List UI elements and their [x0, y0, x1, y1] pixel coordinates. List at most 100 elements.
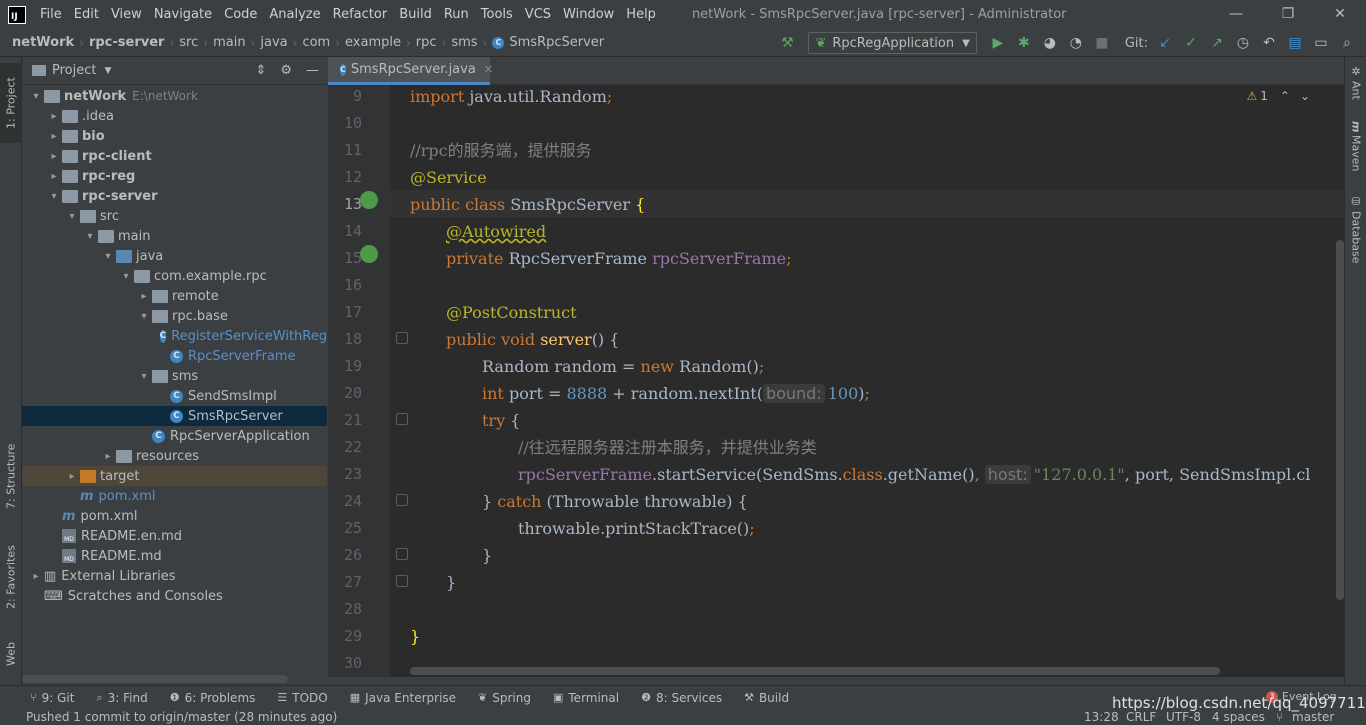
tree-node[interactable]: ▾ netWork E:\netWork [22, 86, 327, 106]
breadcrumb-item[interactable]: netWork [12, 35, 74, 50]
editor-horizontal-scrollbar[interactable] [410, 667, 1220, 675]
tree-node[interactable]: ▸ .idea [22, 106, 327, 126]
file-encoding[interactable]: UTF-8 [1166, 710, 1201, 724]
chevron-right-icon[interactable]: ▸ [46, 171, 62, 182]
indent-setting[interactable]: 4 spaces [1212, 710, 1265, 724]
tree-node[interactable]: C RpcServerFrame [22, 346, 327, 366]
chevron-down-icon[interactable]: ▾ [118, 271, 134, 282]
menu-item-vcs[interactable]: VCS [519, 7, 557, 22]
chevron-right-icon[interactable]: ▸ [136, 291, 152, 302]
hide-panel-icon[interactable]: — [306, 63, 319, 78]
menu-item-navigate[interactable]: Navigate [148, 7, 218, 22]
tree-node[interactable]: ▸ ▥ External Libraries [22, 566, 327, 586]
chevron-down-icon[interactable]: ▾ [136, 311, 152, 322]
chevron-down-icon[interactable]: ▾ [82, 231, 98, 242]
tree-node[interactable]: ▾ main [22, 226, 327, 246]
menu-item-refactor[interactable]: Refactor [327, 7, 394, 22]
caret-position[interactable]: 13:28 [1084, 710, 1119, 724]
breadcrumb-item[interactable]: com [302, 35, 330, 50]
menu-item-tools[interactable]: Tools [475, 7, 519, 22]
tree-node[interactable]: ▸ resources [22, 446, 327, 466]
git-branch[interactable]: master [1292, 710, 1334, 724]
chevron-down-icon[interactable]: ▾ [136, 371, 152, 382]
tree-node[interactable]: C RegisterServiceWithReg [22, 326, 327, 346]
project-structure-icon[interactable]: ▤ [1284, 32, 1306, 54]
fold-marker-icon[interactable] [396, 494, 408, 506]
menu-item-view[interactable]: View [105, 7, 148, 22]
tree-node[interactable]: m pom.xml [22, 506, 327, 526]
tool-window-problems[interactable]: ❶ 6: Problems [170, 691, 256, 705]
fold-marker-icon[interactable] [396, 548, 408, 560]
tree-node[interactable]: C SendSmsImpl [22, 386, 327, 406]
tool-window-java-enterprise[interactable]: ▦ Java Enterprise [350, 691, 456, 705]
push-icon[interactable]: ↗ [1206, 32, 1228, 54]
tool-window-spring[interactable]: ❦ Spring [478, 691, 531, 705]
tree-node[interactable]: ▾ com.example.rpc [22, 266, 327, 286]
editor-vertical-scrollbar[interactable] [1336, 240, 1344, 600]
tree-node[interactable]: ▸ rpc-client [22, 146, 327, 166]
chevron-right-icon[interactable]: ▸ [100, 451, 116, 462]
line-separator[interactable]: CRLF [1126, 710, 1156, 724]
tab-maven[interactable]: m Maven [1345, 121, 1366, 181]
tree-node[interactable]: ▾ rpc-server [22, 186, 327, 206]
chevron-right-icon[interactable]: ▸ [46, 111, 62, 122]
chevron-down-icon[interactable]: ▾ [100, 251, 116, 262]
tree-node[interactable]: ▾ java [22, 246, 327, 266]
tab-database[interactable]: ⛁ Database [1345, 195, 1366, 265]
tree-node[interactable]: ▸ target [22, 466, 327, 486]
menu-item-build[interactable]: Build [393, 7, 438, 22]
chevron-down-icon[interactable]: ▾ [28, 91, 44, 102]
breadcrumb-item[interactable]: example [345, 35, 401, 50]
tab-web[interactable]: Web [0, 629, 22, 679]
breadcrumb-item[interactable]: rpc [416, 35, 437, 50]
breadcrumb-item[interactable]: java [260, 35, 287, 50]
tool-window-services[interactable]: ❷ 8: Services [641, 691, 722, 705]
close-tab-icon[interactable]: ✕ [484, 63, 493, 76]
tree-node[interactable]: MD README.en.md [22, 526, 327, 546]
tree-node[interactable]: MD README.md [22, 546, 327, 566]
tree-node[interactable]: m pom.xml [22, 486, 327, 506]
chevron-up-icon[interactable]: ⌃ [1280, 89, 1290, 103]
tool-window-todo[interactable]: ☰ TODO [277, 691, 327, 705]
project-view-selector[interactable]: Project [52, 63, 96, 78]
chevron-down-icon[interactable]: ▾ [46, 191, 62, 202]
run-configuration-selector[interactable]: ❦ RpcRegApplication ▼ [808, 32, 977, 54]
menu-item-help[interactable]: Help [620, 7, 662, 22]
breadcrumb-item[interactable]: rpc-server [89, 35, 165, 50]
tool-window-build[interactable]: ⚒ Build [744, 691, 789, 705]
breadcrumb-item[interactable]: src [179, 35, 198, 50]
menu-item-code[interactable]: Code [218, 7, 263, 22]
collapse-all-icon[interactable]: ⇕ [255, 63, 266, 78]
history-icon[interactable]: ◷ [1232, 32, 1254, 54]
chevron-right-icon[interactable]: ▸ [64, 471, 80, 482]
spring-bean-gutter-icon[interactable] [360, 191, 378, 209]
coverage-icon[interactable]: ◕ [1039, 32, 1061, 54]
chevron-down-icon[interactable]: ⌄ [1300, 89, 1310, 103]
tool-window-git[interactable]: ⑂ 9: Git [30, 691, 74, 705]
chevron-down-icon[interactable]: ▾ [64, 211, 80, 222]
autowired-navigate-gutter-icon[interactable] [360, 245, 378, 263]
tree-node[interactable]: ▾ sms [22, 366, 327, 386]
tree-node[interactable]: ▾ rpc.base [22, 306, 327, 326]
profiler-icon[interactable]: ◔ [1065, 32, 1087, 54]
tab-structure[interactable]: 7: Structure [0, 435, 22, 517]
tool-window-find[interactable]: ⌕ 3: Find [96, 691, 147, 705]
tree-node[interactable]: ▸ rpc-reg [22, 166, 327, 186]
chevron-right-icon[interactable]: ▸ [46, 151, 62, 162]
menu-item-window[interactable]: Window [557, 7, 620, 22]
menu-item-edit[interactable]: Edit [68, 7, 105, 22]
tool-window-terminal[interactable]: ▣ Terminal [553, 691, 619, 705]
menu-item-file[interactable]: File [34, 7, 68, 22]
commit-icon[interactable]: ✓ [1180, 32, 1202, 54]
tree-node[interactable]: ▸ bio [22, 126, 327, 146]
menu-item-analyze[interactable]: Analyze [263, 7, 326, 22]
close-icon[interactable]: ✕ [1314, 0, 1366, 29]
status-message[interactable]: Pushed 1 commit to origin/master (28 min… [26, 710, 337, 724]
inspection-widget[interactable]: ⚠ 1 ⌃ ⌄ [1246, 89, 1310, 103]
code-editor[interactable]: 9 10 11 12 13 14 15 16 17 18 19 20 21 22 23 24 25 26 27 28 2… [328, 85, 1344, 677]
build-hammer-icon[interactable]: ⚒ [776, 32, 798, 54]
stop-icon[interactable]: ■ [1091, 32, 1113, 54]
breadcrumb-item[interactable]: SmsRpcServer [509, 35, 604, 50]
tab-project[interactable]: 1: Project [0, 63, 22, 143]
menu-item-run[interactable]: Run [438, 7, 475, 22]
